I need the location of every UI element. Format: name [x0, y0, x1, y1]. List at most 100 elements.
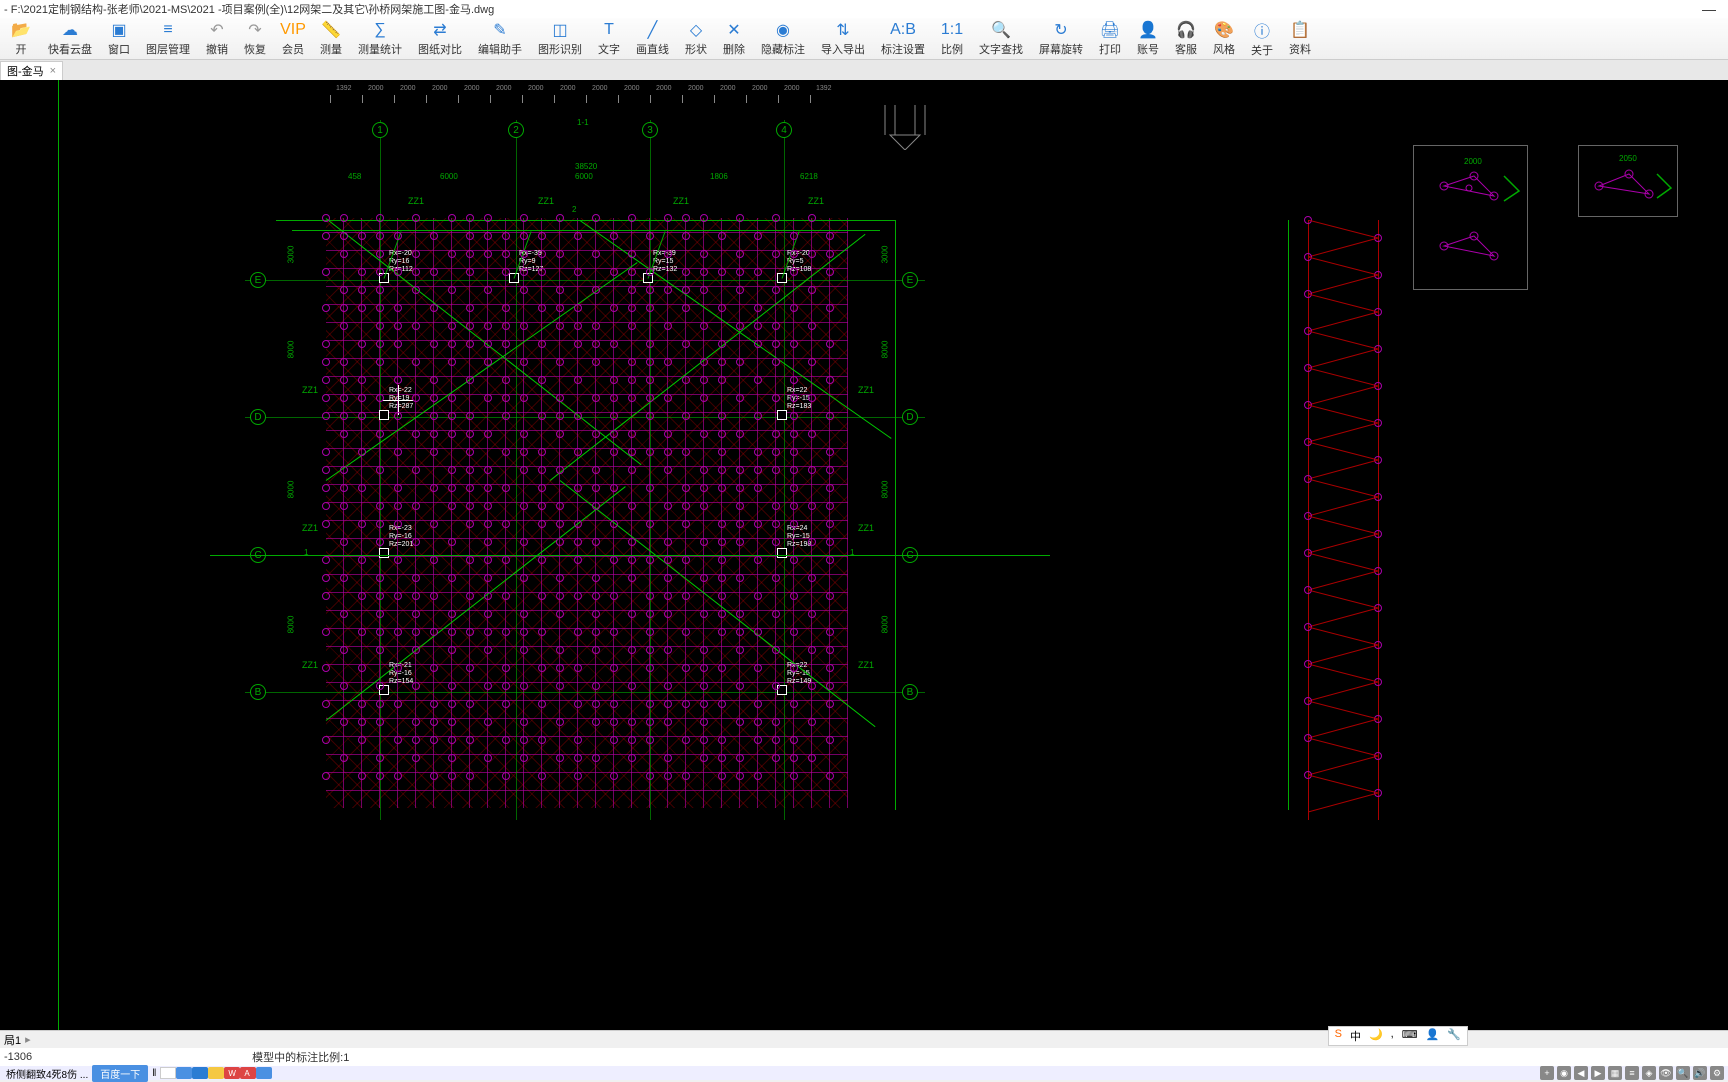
tool-隐藏标注[interactable]: ◉隐藏标注	[753, 19, 813, 59]
zz-label-1: ZZ1	[538, 196, 554, 206]
ime-person-icon[interactable]: 👤	[1423, 1028, 1443, 1044]
tool-label-15: 删除	[723, 41, 745, 57]
view-right-icon[interactable]: ▶	[1591, 1066, 1605, 1080]
ruler-val-4: 2000	[464, 85, 480, 92]
view-eye-icon[interactable]: 👁	[1659, 1066, 1673, 1080]
task-app-2[interactable]	[176, 1067, 192, 1079]
tab-drawing[interactable]: 图-金马 ×	[0, 61, 63, 80]
support-6	[379, 548, 389, 558]
view-layers-icon[interactable]: ≡	[1625, 1066, 1639, 1080]
ruler-val-14: 2000	[784, 85, 800, 92]
drawing-canvas[interactable]: 1392 2000 2000 2000 2000 2000 2000 2000 2000 2000…	[0, 80, 1728, 1030]
ruler-val-11: 2000	[688, 85, 704, 92]
tab-close-icon[interactable]: ×	[50, 65, 56, 77]
task-app-6[interactable]: A	[240, 1067, 256, 1079]
ime-s-icon[interactable]: S	[1332, 1028, 1345, 1044]
ime-moon-icon[interactable]: 🌙	[1366, 1028, 1386, 1044]
task-app-3[interactable]	[192, 1067, 208, 1079]
bubble-3: 3	[642, 122, 658, 138]
tool-比例[interactable]: 1:1比例	[933, 19, 971, 59]
tool-label-10: 编辑助手	[478, 41, 522, 57]
tool-测量[interactable]: 📏测量	[312, 19, 350, 59]
tool-编辑助手[interactable]: ✎编辑助手	[470, 19, 530, 59]
tool-关于[interactable]: ⓘ关于	[1243, 19, 1281, 59]
tool-图纸对比[interactable]: ⇄图纸对比	[410, 19, 470, 59]
tool-文字查找[interactable]: 🔍文字查找	[971, 19, 1031, 59]
ime-toolbar[interactable]: S 中 🌙 , ⌨ 👤 🔧	[1328, 1026, 1468, 1046]
view-circle-icon[interactable]: ◉	[1557, 1066, 1571, 1080]
ruler-val-2: 2000	[400, 85, 416, 92]
tool-开[interactable]: 📂开	[2, 19, 40, 59]
tool-屏幕旋转[interactable]: ↻屏幕旋转	[1031, 19, 1091, 59]
task-app-4[interactable]	[208, 1067, 224, 1079]
tool-恢复[interactable]: ↷恢复	[236, 19, 274, 59]
tool-label-24: 客服	[1175, 41, 1197, 57]
tool-icon-16: ◉	[772, 20, 794, 40]
tool-label-12: 文字	[598, 41, 620, 57]
ruler-val-12: 2000	[720, 85, 736, 92]
tool-icon-27: 📋	[1289, 20, 1311, 40]
dim-left-0: 3000	[286, 246, 295, 264]
zz-label-5: ZZ1	[858, 385, 874, 395]
tool-icon-7: 📏	[320, 20, 342, 40]
tool-label-19: 比例	[941, 41, 963, 57]
view-plus-icon[interactable]: +	[1540, 1066, 1554, 1080]
tool-label-21: 屏幕旋转	[1039, 41, 1083, 57]
ime-comma[interactable]: ,	[1388, 1028, 1397, 1044]
task-app-7[interactable]	[256, 1067, 272, 1079]
tool-会员[interactable]: VIP会员	[274, 19, 312, 59]
ime-keyboard-icon[interactable]: ⌨	[1399, 1028, 1421, 1044]
ruler-val-1: 2000	[368, 85, 384, 92]
tool-label-4: 撤销	[206, 41, 228, 57]
tab-arrow[interactable]: ▸	[25, 1033, 31, 1046]
tool-icon-2: ▣	[108, 20, 130, 40]
view-settings-icon[interactable]: ⚙	[1710, 1066, 1724, 1080]
dim-left-3: 8000	[286, 616, 295, 634]
tool-label-23: 账号	[1137, 41, 1159, 57]
ime-wrench-icon[interactable]: 🔧	[1444, 1028, 1464, 1044]
tool-导入导出[interactable]: ⇅导入导出	[813, 19, 873, 59]
tab-label: 图-金马	[7, 63, 44, 79]
tool-账号[interactable]: 👤账号	[1129, 19, 1167, 59]
ruler-val-5: 2000	[496, 85, 512, 92]
view-zoom-icon[interactable]: 🔍	[1676, 1066, 1690, 1080]
tool-label-1: 快看云盘	[48, 41, 92, 57]
view-sound-icon[interactable]: 🔊	[1693, 1066, 1707, 1080]
tool-删除[interactable]: ✕删除	[715, 19, 753, 59]
layout-tab[interactable]: 局1	[4, 1032, 21, 1048]
task-app-5[interactable]: W	[224, 1067, 240, 1079]
tool-形状[interactable]: ◇形状	[677, 19, 715, 59]
ruler-val-15: 1392	[816, 85, 832, 92]
news-ticker[interactable]: 桥侧翻致4死8伤 ...	[2, 1066, 92, 1081]
tool-标注设置[interactable]: A:B标注设置	[873, 19, 933, 59]
tool-icon-19: 1:1	[941, 21, 963, 40]
view-3d-icon[interactable]: ◈	[1642, 1066, 1656, 1080]
tool-测量统计[interactable]: ∑测量统计	[350, 19, 410, 59]
tool-客服[interactable]: 🎧客服	[1167, 19, 1205, 59]
tool-窗口[interactable]: ▣窗口	[100, 19, 138, 59]
ruler-val-13: 2000	[752, 85, 768, 92]
tool-icon-17: ⇅	[832, 20, 854, 40]
tool-文字[interactable]: T文字	[590, 19, 628, 59]
search-button[interactable]: 百度一下	[92, 1065, 148, 1082]
tool-图层管理[interactable]: ≡图层管理	[138, 19, 198, 59]
tool-资料[interactable]: 📋资料	[1281, 19, 1319, 59]
tool-风格[interactable]: 🎨风格	[1205, 19, 1243, 59]
tool-快看云盘[interactable]: ☁快看云盘	[40, 19, 100, 59]
left-margin-line	[58, 80, 59, 1030]
view-left-icon[interactable]: ◀	[1574, 1066, 1588, 1080]
dim-top-0: 458	[348, 172, 361, 181]
task-app-1[interactable]	[160, 1067, 176, 1079]
tool-打印[interactable]: 🖨打印	[1091, 19, 1129, 59]
tool-icon-12: T	[598, 21, 620, 40]
minimize-button[interactable]: —	[1694, 1, 1724, 17]
tool-icon-23: 👤	[1137, 20, 1159, 40]
ime-lang[interactable]: 中	[1347, 1028, 1364, 1044]
tool-撤销[interactable]: ↶撤销	[198, 19, 236, 59]
ruler-val-0: 1392	[336, 85, 352, 92]
tool-图形识别[interactable]: ◫图形识别	[530, 19, 590, 59]
tool-画直线[interactable]: ╱画直线	[628, 19, 677, 59]
ruler-val-9: 2000	[624, 85, 640, 92]
grid-h-B	[245, 692, 925, 693]
view-grid-icon[interactable]: ▦	[1608, 1066, 1622, 1080]
